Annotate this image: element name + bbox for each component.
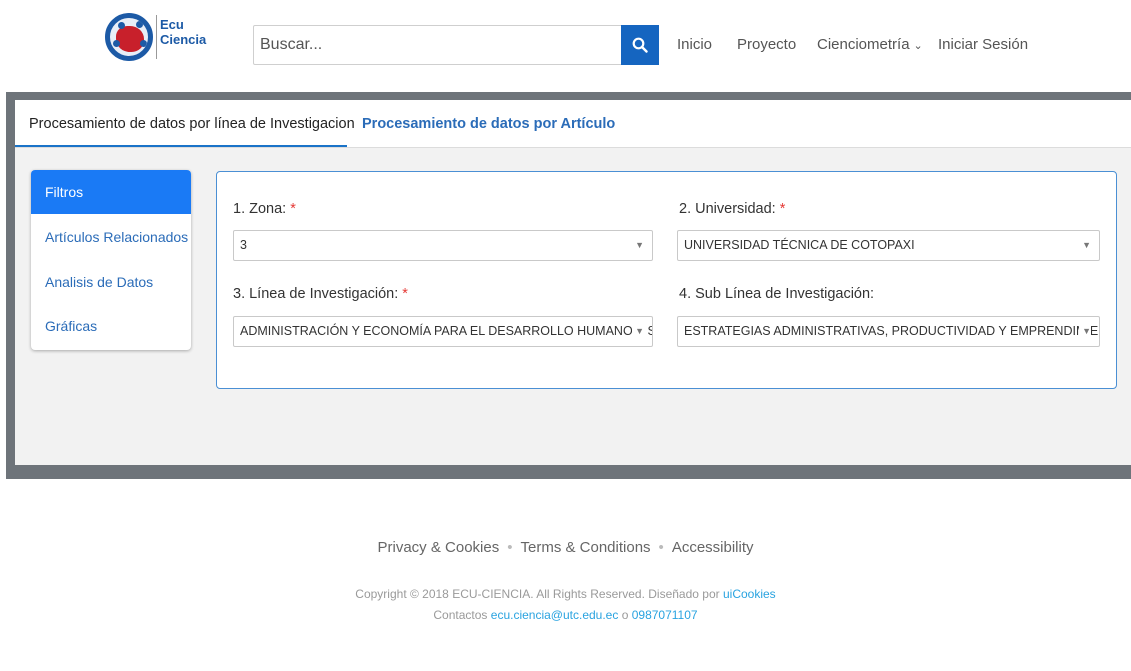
nav-inicio[interactable]: Inicio xyxy=(677,36,712,53)
content-panel: Procesamiento de datos por línea de Inve… xyxy=(15,100,1131,465)
phone-link[interactable]: 0987071107 xyxy=(632,608,698,622)
sidebar-item-graficas[interactable]: Gráficas xyxy=(31,304,191,348)
filters-panel: 1. Zona: * 3 ▼ 2. Universidad: * UNIVERS… xyxy=(216,171,1117,389)
privacy-link[interactable]: Privacy & Cookies xyxy=(378,539,500,556)
designer-link[interactable]: uiCookies xyxy=(723,587,776,601)
linea-value: ADMINISTRACIÓN Y ECONOMÍA PARA EL DESARR… xyxy=(240,324,653,338)
accessibility-link[interactable]: Accessibility xyxy=(672,539,754,556)
dropdown-arrow-icon: ▼ xyxy=(1082,240,1091,250)
linea-label-text: 3. Línea de Investigación: xyxy=(233,286,399,302)
logo-emblem-icon xyxy=(105,13,153,61)
active-tab-indicator xyxy=(15,145,347,147)
universidad-label: 2. Universidad: * xyxy=(679,201,785,217)
main-frame: Procesamiento de datos por línea de Inve… xyxy=(6,92,1131,479)
dropdown-arrow-icon: ▼ xyxy=(632,317,644,346)
universidad-select[interactable]: UNIVERSIDAD TÉCNICA DE COTOPAXI ▼ xyxy=(677,230,1100,261)
nav-login[interactable]: Iniciar Sesión xyxy=(938,36,1028,53)
universidad-label-text: 2. Universidad: xyxy=(679,201,776,217)
contacts-text: Contactos ecu.ciencia@utc.edu.ec o 09870… xyxy=(0,608,1131,622)
nav-cienciometria-label: Cienciometría xyxy=(817,36,910,53)
tab-linea-investigacion[interactable]: Procesamiento de datos por línea de Inve… xyxy=(29,116,355,132)
zona-select[interactable]: 3 ▼ xyxy=(233,230,653,261)
dropdown-arrow-icon: ▼ xyxy=(635,240,644,250)
bullet-separator: • xyxy=(658,539,664,556)
linea-select[interactable]: ADMINISTRACIÓN Y ECONOMÍA PARA EL DESARR… xyxy=(233,316,653,347)
zona-value: 3 xyxy=(240,238,247,252)
dropdown-arrow-icon: ▼ xyxy=(1079,317,1091,346)
linea-label: 3. Línea de Investigación: * xyxy=(233,286,408,302)
terms-link[interactable]: Terms & Conditions xyxy=(520,539,650,556)
sublinea-label-text: 4. Sub Línea de Investigación: xyxy=(679,286,875,302)
sublinea-select[interactable]: ESTRATEGIAS ADMINISTRATIVAS, PRODUCTIVID… xyxy=(677,316,1100,347)
chevron-down-icon: ⌄ xyxy=(913,40,923,52)
sidebar-item-filtros[interactable]: Filtros xyxy=(31,170,191,214)
sidebar-menu: Filtros Artículos Relacionados Analisis … xyxy=(31,170,191,350)
tab-articulo[interactable]: Procesamiento de datos por Artículo xyxy=(362,116,615,132)
sublinea-label: 4. Sub Línea de Investigación: xyxy=(679,286,874,302)
top-header: Ecu Ciencia Inicio Proyecto Cienciometrí… xyxy=(0,0,1131,92)
ecuciencia-logo[interactable]: Ecu Ciencia xyxy=(105,13,215,77)
bullet-separator: • xyxy=(507,539,513,556)
nav-proyecto[interactable]: Proyecto xyxy=(737,36,796,53)
search-input[interactable] xyxy=(254,26,622,64)
search-icon xyxy=(632,37,648,53)
nav-cienciometria[interactable]: Cienciometría ⌄ xyxy=(817,36,923,53)
required-mark: * xyxy=(779,201,786,217)
zona-label: 1. Zona: * xyxy=(233,201,296,217)
search-button[interactable] xyxy=(621,25,659,65)
email-link[interactable]: ecu.ciencia@utc.edu.ec xyxy=(491,608,619,622)
search-box xyxy=(253,25,659,65)
logo-text-line2: Ciencia xyxy=(160,32,207,47)
logo-text-line1: Ecu xyxy=(160,17,184,32)
sublinea-value: ESTRATEGIAS ADMINISTRATIVAS, PRODUCTIVID… xyxy=(684,324,1100,338)
contacts-or: o xyxy=(621,608,629,622)
copyright-label: Copyright © 2018 ECU-CIENCIA. All Rights… xyxy=(355,587,720,601)
copyright-text: Copyright © 2018 ECU-CIENCIA. All Rights… xyxy=(0,587,1131,601)
tab-bar: Procesamiento de datos por línea de Inve… xyxy=(15,100,1131,148)
sidebar-item-articulos[interactable]: Artículos Relacionados xyxy=(31,215,191,259)
zona-label-text: 1. Zona: xyxy=(233,201,287,217)
required-mark: * xyxy=(402,286,408,302)
sidebar-item-analisis[interactable]: Analisis de Datos xyxy=(31,260,191,304)
contacts-label: Contactos xyxy=(433,608,488,622)
logo-text: Ecu Ciencia xyxy=(160,17,206,47)
universidad-value: UNIVERSIDAD TÉCNICA DE COTOPAXI xyxy=(684,238,915,252)
required-mark: * xyxy=(290,201,296,217)
footer-links: Privacy & Cookies • Terms & Conditions • Acc… xyxy=(0,539,1131,556)
logo-divider xyxy=(156,15,157,59)
